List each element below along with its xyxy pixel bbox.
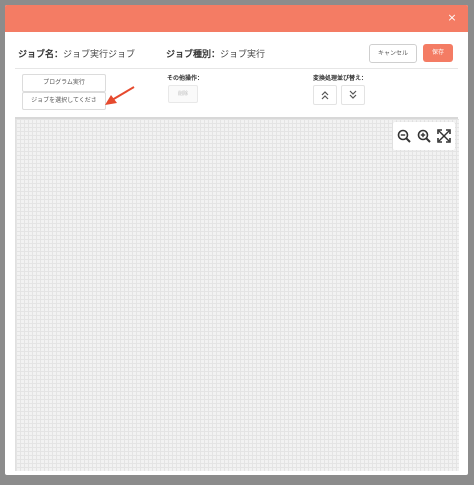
fit-view-button[interactable] [437, 128, 451, 143]
job-select-dropdown[interactable]: ジョブを選択してくださ [22, 92, 106, 110]
program-exec-button[interactable]: プログラム実行 [22, 74, 106, 92]
chevron-double-up-icon [321, 91, 329, 100]
other-operations-label: その他操作： [167, 75, 204, 82]
job-type: ジョブ種別：ジョブ実行 [166, 47, 265, 60]
job-name-value: ジョブ実行ジョブ [63, 50, 136, 60]
zoom-in-icon [417, 129, 431, 143]
close-icon[interactable]: × [446, 12, 458, 24]
expand-icon [437, 129, 451, 143]
title-row: ジョブ名：ジョブ実行ジョブ ジョブ種別：ジョブ実行 キャンセル 保存 [5, 43, 468, 65]
chevron-double-down-icon [349, 90, 357, 99]
delete-button[interactable]: 削除 [168, 85, 198, 103]
zoom-in-button[interactable] [417, 128, 431, 143]
modal-header: × [5, 5, 468, 32]
cancel-button[interactable]: キャンセル [369, 44, 417, 63]
workflow-canvas[interactable] [15, 119, 459, 471]
zoom-out-icon [397, 129, 411, 143]
sort-label: 変換処理並び替え： [313, 75, 368, 82]
sort-up-button[interactable] [313, 85, 337, 105]
job-type-value: ジョブ実行 [220, 50, 266, 60]
job-type-label: ジョブ種別： [166, 50, 221, 60]
toolbar: プログラム実行 ジョブを選択してくださ その他操作： 削除 変換処理並び替え： [15, 69, 458, 117]
save-button[interactable]: 保存 [423, 44, 453, 62]
job-name: ジョブ名：ジョブ実行ジョブ [18, 47, 135, 60]
red-arrow-annotation-icon [105, 86, 135, 105]
job-name-label: ジョブ名： [18, 50, 64, 60]
zoom-controls [393, 122, 455, 150]
job-editor-modal: × ジョブ名：ジョブ実行ジョブ ジョブ種別：ジョブ実行 キャンセル 保存 プログ… [5, 5, 468, 475]
sort-down-button[interactable] [341, 85, 365, 105]
zoom-out-button[interactable] [397, 128, 411, 143]
